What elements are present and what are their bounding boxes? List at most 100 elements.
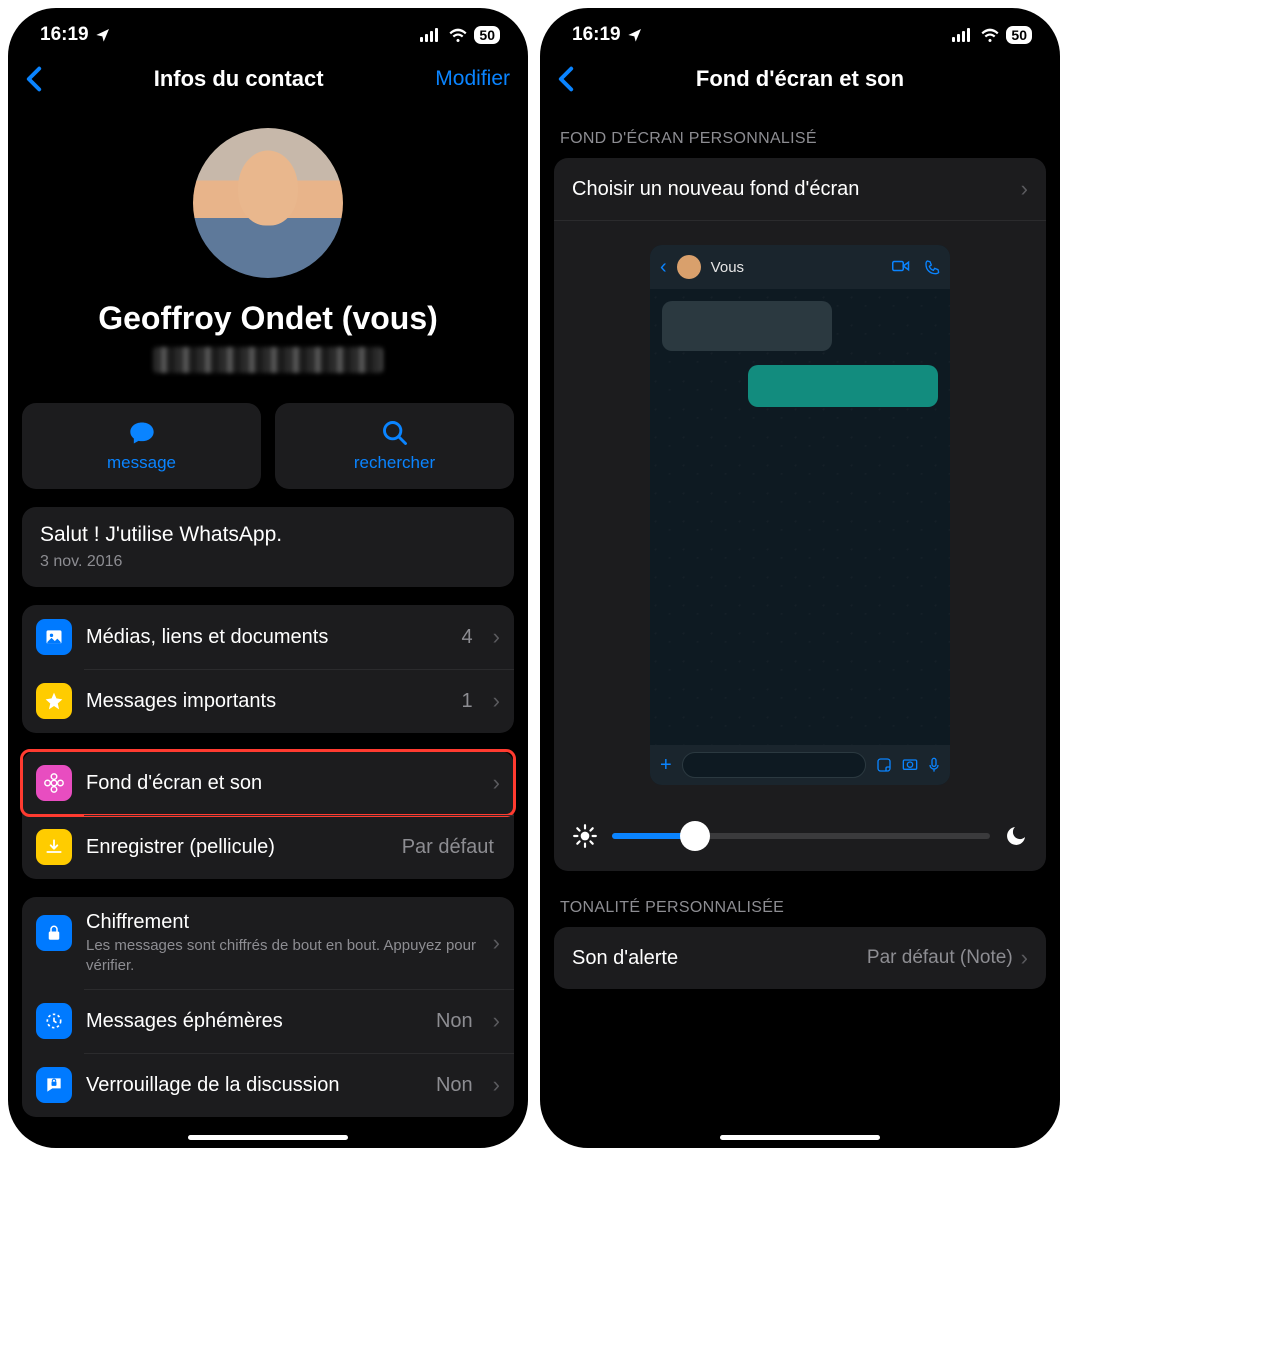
preview-body xyxy=(650,289,950,745)
sun-icon xyxy=(572,823,598,849)
wallpaper-group: Fond d'écran et son › Enregistrer (pelli… xyxy=(22,751,514,879)
wallpaper-preview: ‹ Vous + xyxy=(554,221,1046,805)
chat-lock-icon xyxy=(36,1067,72,1103)
brightness-slider-row xyxy=(554,805,1046,871)
star-icon xyxy=(36,683,72,719)
flower-icon xyxy=(36,765,72,801)
chevron-right-icon: › xyxy=(1021,176,1028,202)
moon-icon xyxy=(1004,824,1028,848)
chevron-left-icon: ‹ xyxy=(660,256,667,279)
navigation-bar: Fond d'écran et son xyxy=(540,52,1060,102)
choose-wallpaper-row[interactable]: Choisir un nouveau fond d'écran › xyxy=(554,158,1046,221)
chat-lock-row[interactable]: Verrouillage de la discussion Non › xyxy=(22,1053,514,1117)
message-button[interactable]: message xyxy=(22,403,261,489)
alert-tone-card: Son d'alerte Par défaut (Note) › xyxy=(554,927,1046,989)
slider-thumb[interactable] xyxy=(680,821,710,851)
row-label: Chiffrement xyxy=(86,911,479,934)
media-count: 4 xyxy=(462,626,473,649)
row-label: Choisir un nouveau fond d'écran xyxy=(572,178,859,201)
wallpaper-card: Choisir un nouveau fond d'écran › ‹ Vous xyxy=(554,158,1046,871)
timer-icon xyxy=(36,1003,72,1039)
chat-preview: ‹ Vous + xyxy=(650,245,950,785)
row-label: Messages éphémères xyxy=(86,1010,422,1033)
chevron-right-icon: › xyxy=(493,624,500,650)
section-header-tone: TONALITÉ PERSONNALISÉE xyxy=(540,871,1060,927)
save-to-camera-roll-row[interactable]: Enregistrer (pellicule) Par défaut xyxy=(22,815,514,879)
status-bar: 16:19 50 xyxy=(540,8,1060,52)
chevron-right-icon: › xyxy=(1021,945,1028,971)
outgoing-message-bubble xyxy=(748,365,938,407)
lock-icon xyxy=(36,915,72,951)
media-links-docs-row[interactable]: Médias, liens et documents 4 › xyxy=(22,605,514,669)
chevron-right-icon: › xyxy=(493,930,500,956)
cellular-signal-icon xyxy=(420,28,442,42)
row-value: Par défaut xyxy=(402,836,494,859)
chat-bubble-icon xyxy=(127,419,157,447)
phone-screen-contact-info: 16:19 50 Infos du contact Modifier Geoff… xyxy=(8,8,528,1148)
wifi-icon xyxy=(448,28,468,42)
camera-icon xyxy=(902,757,918,773)
back-button[interactable] xyxy=(26,66,42,92)
message-button-label: message xyxy=(107,453,176,473)
chevron-right-icon: › xyxy=(493,770,500,796)
brightness-slider[interactable] xyxy=(612,833,990,839)
phone-icon xyxy=(924,259,940,275)
home-indicator[interactable] xyxy=(720,1135,880,1140)
security-group: Chiffrement Les messages sont chiffrés d… xyxy=(22,897,514,1117)
row-label: Fond d'écran et son xyxy=(86,772,479,795)
section-header-wallpaper: FOND D'ÉCRAN PERSONNALISÉ xyxy=(540,102,1060,158)
microphone-icon xyxy=(928,757,940,773)
about-text: Salut ! J'utilise WhatsApp. xyxy=(40,523,496,547)
status-time: 16:19 xyxy=(572,24,621,46)
disappearing-messages-row[interactable]: Messages éphémères Non › xyxy=(22,989,514,1053)
alert-sound-row[interactable]: Son d'alerte Par défaut (Note) › xyxy=(554,927,1046,989)
wifi-icon xyxy=(980,28,1000,42)
photo-icon xyxy=(36,619,72,655)
row-label: Enregistrer (pellicule) xyxy=(86,836,388,859)
wallpaper-sound-row[interactable]: Fond d'écran et son › xyxy=(22,751,514,815)
row-value: Non xyxy=(436,1010,473,1033)
media-group: Médias, liens et documents 4 › Messages … xyxy=(22,605,514,733)
status-bar: 16:19 50 xyxy=(8,8,528,52)
phone-screen-wallpaper-sound: 16:19 50 Fond d'écran et son FOND D'ÉCRA… xyxy=(540,8,1060,1148)
row-label: Son d'alerte xyxy=(572,947,678,970)
preview-input-bar: + xyxy=(650,745,950,785)
chevron-right-icon: › xyxy=(493,688,500,714)
row-label: Messages importants xyxy=(86,690,448,713)
search-icon xyxy=(381,419,409,447)
page-title: Fond d'écran et son xyxy=(696,66,904,92)
encryption-row[interactable]: Chiffrement Les messages sont chiffrés d… xyxy=(22,897,514,989)
avatar xyxy=(677,255,701,279)
message-input-placeholder xyxy=(682,752,866,778)
video-call-icon xyxy=(892,259,910,275)
sticker-icon xyxy=(876,757,892,773)
status-time: 16:19 xyxy=(40,24,89,46)
avatar[interactable] xyxy=(193,128,343,278)
navigation-bar: Infos du contact Modifier xyxy=(8,52,528,102)
row-value: Par défaut (Note) xyxy=(867,947,1013,969)
contact-phone-number xyxy=(153,347,383,373)
location-icon xyxy=(627,27,643,43)
row-subtitle: Les messages sont chiffrés de bout en bo… xyxy=(86,936,479,975)
incoming-message-bubble xyxy=(662,301,832,351)
about-card[interactable]: Salut ! J'utilise WhatsApp. 3 nov. 2016 xyxy=(22,507,514,587)
search-button[interactable]: rechercher xyxy=(275,403,514,489)
contact-header: Geoffroy Ondet (vous) xyxy=(22,128,514,373)
back-button[interactable] xyxy=(558,66,574,92)
plus-icon: + xyxy=(660,754,672,777)
preview-header: ‹ Vous xyxy=(650,245,950,289)
row-value: Non xyxy=(436,1074,473,1097)
edit-button[interactable]: Modifier xyxy=(435,67,510,91)
page-title: Infos du contact xyxy=(154,66,324,92)
contact-name: Geoffroy Ondet (vous) xyxy=(98,300,438,337)
home-indicator[interactable] xyxy=(188,1135,348,1140)
chevron-right-icon: › xyxy=(493,1072,500,1098)
row-label: Médias, liens et documents xyxy=(86,626,448,649)
search-button-label: rechercher xyxy=(354,453,435,473)
cellular-signal-icon xyxy=(952,28,974,42)
starred-count: 1 xyxy=(462,690,473,713)
row-label: Verrouillage de la discussion xyxy=(86,1074,422,1097)
starred-messages-row[interactable]: Messages importants 1 › xyxy=(22,669,514,733)
preview-contact-name: Vous xyxy=(711,259,882,276)
about-date: 3 nov. 2016 xyxy=(40,553,496,571)
